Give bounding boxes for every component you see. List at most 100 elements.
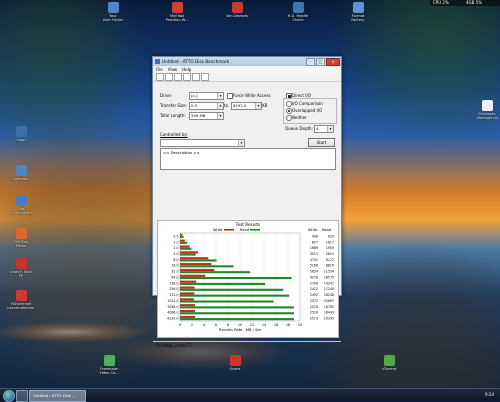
- drive-select[interactable]: [c-] ▾: [189, 92, 224, 100]
- taskbar-pinned-1[interactable]: [16, 390, 28, 402]
- read-value: 18248: [324, 293, 334, 297]
- y-tick-label: 1024.0: [167, 299, 178, 303]
- results-chart: Test Results Write Read Write Read 0 2 4 6 8 10 12 1…: [167, 222, 334, 332]
- desktop-icon-label: MiniTool Partition W...: [165, 14, 189, 23]
- speedfan-desktop-icon[interactable]: Speedfan: [4, 165, 38, 181]
- open-icon[interactable]: [165, 73, 173, 81]
- system-meter-bar: CPU 2% 4GB 5%: [430, 0, 500, 6]
- queue-depth-select[interactable]: 4 ▾: [314, 125, 334, 133]
- description-label: << Description >>: [163, 150, 200, 155]
- read-bar: [180, 253, 196, 256]
- app-icon: [155, 59, 160, 64]
- x-tick-label: 4: [203, 323, 205, 327]
- desktop-icon-label: Snap: [16, 138, 26, 142]
- total-length-select[interactable]: 256 MB ▾: [189, 112, 224, 120]
- desktop-icon-label: Opera: [229, 367, 241, 371]
- user-folder-desktop-icon[interactable]: Your User Folder: [96, 2, 130, 22]
- utorrent-desktop-icon[interactable]: uTorrent: [372, 355, 406, 371]
- legend-read-swatch: [250, 229, 260, 231]
- cpu-meter: CPU 2%: [433, 0, 449, 5]
- read-value: 2631: [326, 252, 334, 256]
- snap-icon: [15, 126, 27, 137]
- read-bar: [180, 259, 217, 262]
- x-tick-label: 18: [286, 323, 290, 327]
- preview-icon[interactable]: [192, 73, 200, 81]
- start-button[interactable]: [3, 390, 15, 402]
- read-bar: [180, 318, 294, 321]
- new-icon[interactable]: [156, 73, 164, 81]
- force-write-label: Force Write Access: [233, 93, 271, 98]
- legend-read-label: Read: [240, 228, 249, 232]
- hdsentinel-icon: [15, 290, 27, 301]
- write-value: 2412: [310, 287, 318, 291]
- print-icon[interactable]: [183, 73, 191, 81]
- atto-window[interactable]: Untitled - ATTO Disk Benchmark – □ x Fil…: [152, 56, 342, 348]
- transfer-to-select[interactable]: 8192.0 ▾: [231, 102, 262, 110]
- title-bar[interactable]: Untitled - ATTO Disk Benchmark – □ x: [153, 57, 341, 66]
- write-bar: [180, 251, 198, 254]
- write-value: 2516: [310, 305, 318, 309]
- read-value: 17240: [324, 287, 334, 291]
- toolbar: [153, 73, 341, 82]
- privileges-icon: [481, 100, 493, 111]
- launch-stick-icon: [15, 258, 27, 269]
- taskbar-active-window[interactable]: Untitled - ATTO Disk ...: [29, 390, 86, 402]
- maximize-button[interactable]: □: [316, 57, 325, 66]
- transfer-from-value: 0.5: [191, 103, 198, 108]
- launch-stick-desktop-icon[interactable]: Launch Stick FE: [4, 258, 38, 278]
- desktop-icon-label: Privileges .Manager.txt: [475, 112, 499, 121]
- hdd-sentinel-desktop-icon[interactable]: H.D. Health Check: [281, 2, 315, 22]
- write-bar: [180, 292, 195, 295]
- y-tick-label: 16.0: [171, 264, 178, 268]
- read-bar: [180, 247, 192, 250]
- desktop-icon-label: Total Commander: [9, 207, 33, 216]
- total-commander-desktop-icon[interactable]: Total Commander: [4, 195, 38, 215]
- menu-help[interactable]: Help: [182, 67, 191, 72]
- devices-desktop-icon[interactable]: Van Devices: [220, 2, 254, 18]
- write-value: 3011: [310, 252, 318, 256]
- write-value: 2573: [310, 317, 318, 321]
- freemake-desktop-icon[interactable]: Freemake Video Co...: [92, 355, 126, 375]
- read-value: 629: [328, 234, 334, 238]
- y-tick-label: 512.0: [169, 293, 178, 297]
- description-field[interactable]: << Description >>: [160, 148, 336, 170]
- write-value: 408: [312, 234, 318, 238]
- read-bar: [180, 288, 284, 291]
- x-tick-label: 20: [298, 323, 302, 327]
- devices-icon: [231, 2, 243, 13]
- write-bar: [180, 286, 195, 289]
- ms-picture-icon: [171, 2, 183, 13]
- test-results-panel: Test Results Write Read Write Read 0 2 4 6 8 10 12 1…: [157, 220, 339, 338]
- read-value: 18449: [324, 311, 334, 315]
- desktop-icon-label: Speedfan: [12, 177, 30, 181]
- y-tick-label: 2.0: [173, 246, 178, 250]
- ms-picture-desktop-icon[interactable]: MiniTool Partition W...: [160, 2, 194, 22]
- transfer-from-select[interactable]: 0.5 ▾: [189, 102, 224, 110]
- format-factory-desktop-icon[interactable]: Format Factory: [341, 2, 375, 22]
- x-tick-label: 10: [238, 323, 242, 327]
- snap-desktop-icon[interactable]: Snap: [4, 126, 38, 142]
- menu-file[interactable]: File: [156, 67, 163, 72]
- queue-depth-value: 4: [316, 126, 319, 131]
- clock[interactable]: 9:24: [485, 392, 494, 397]
- chevron-down-icon: ▾: [327, 126, 333, 132]
- privileges-desktop-icon[interactable]: Privileges .Manager.txt: [470, 100, 500, 120]
- hdsentinel-desktop-icon[interactable]: HDSentinel param.selector: [4, 290, 38, 310]
- desktop-icon-label: Your User Folder: [102, 14, 124, 23]
- minimize-button[interactable]: –: [306, 57, 315, 66]
- write-value: 1689: [310, 246, 318, 250]
- controlled-by-select[interactable]: ▾: [160, 139, 245, 147]
- save-icon[interactable]: [174, 73, 182, 81]
- start-button[interactable]: Start: [308, 138, 335, 147]
- chevron-down-icon: ▾: [217, 103, 223, 109]
- opera-desktop-icon[interactable]: Opera: [218, 355, 252, 371]
- memory-meter: 4GB 5%: [466, 0, 483, 5]
- help-icon[interactable]: [201, 73, 209, 81]
- controlled-by-label: Controlled by:: [160, 132, 188, 137]
- dvdfab-icon: [15, 228, 27, 239]
- menu-view[interactable]: View: [168, 67, 178, 72]
- write-value: 4278: [310, 275, 318, 279]
- close-button[interactable]: x: [326, 57, 340, 66]
- dvdfab-desktop-icon[interactable]: DVDFab Media: [4, 228, 38, 248]
- chevron-down-icon: ▾: [255, 103, 261, 109]
